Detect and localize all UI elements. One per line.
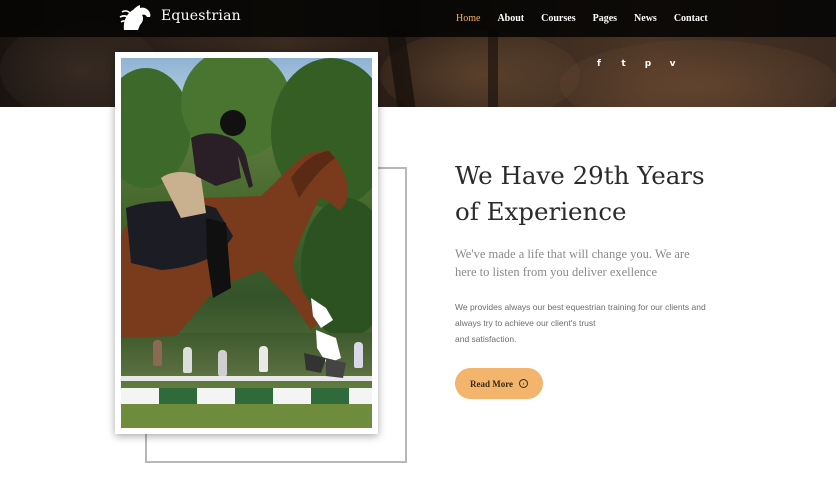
vimeo-icon[interactable]: v	[667, 58, 679, 70]
social-links: f t p v	[593, 58, 691, 70]
top-navbar: Equestrian Home About Courses Pages News…	[0, 0, 836, 37]
about-lead: We've made a life that will change you. …	[455, 245, 715, 281]
nav-about[interactable]: About	[497, 13, 524, 24]
nav-contact[interactable]: Contact	[674, 13, 708, 24]
brand-name[interactable]: Equestrian	[161, 8, 241, 24]
nav-pages[interactable]: Pages	[593, 13, 617, 24]
nav-news[interactable]: News	[634, 13, 657, 24]
photo-card	[115, 52, 378, 434]
horse-jumping-photo	[121, 58, 372, 428]
body-line-2: always try to achieve our client's trust	[455, 318, 596, 328]
read-more-label: Read More	[469, 378, 514, 389]
nav-courses[interactable]: Courses	[541, 13, 575, 24]
headline-line-2: of Experience	[455, 197, 627, 226]
lead-line-2: here to listen from you deliver exellenc…	[455, 265, 658, 279]
about-body: We provides always our best equestrian t…	[455, 299, 715, 347]
pinterest-icon[interactable]: p	[642, 58, 654, 70]
arrow-circle-icon: ›	[519, 379, 529, 388]
about-headline: We Have 29th Years of Experience	[455, 158, 755, 230]
body-line-3: and satisfaction.	[455, 334, 517, 344]
read-more-button[interactable]: Read More ›	[455, 368, 543, 399]
horse-logo-icon[interactable]	[118, 4, 154, 32]
body-line-1: We provides always our best equestrian t…	[455, 302, 706, 312]
facebook-icon[interactable]: f	[593, 58, 605, 70]
twitter-icon[interactable]: t	[618, 58, 630, 70]
lead-line-1: We've made a life that will change you. …	[455, 247, 690, 261]
headline-line-1: We Have 29th Years	[455, 161, 705, 190]
main-menu: Home About Courses Pages News Contact	[456, 13, 725, 24]
nav-home[interactable]: Home	[456, 13, 480, 24]
